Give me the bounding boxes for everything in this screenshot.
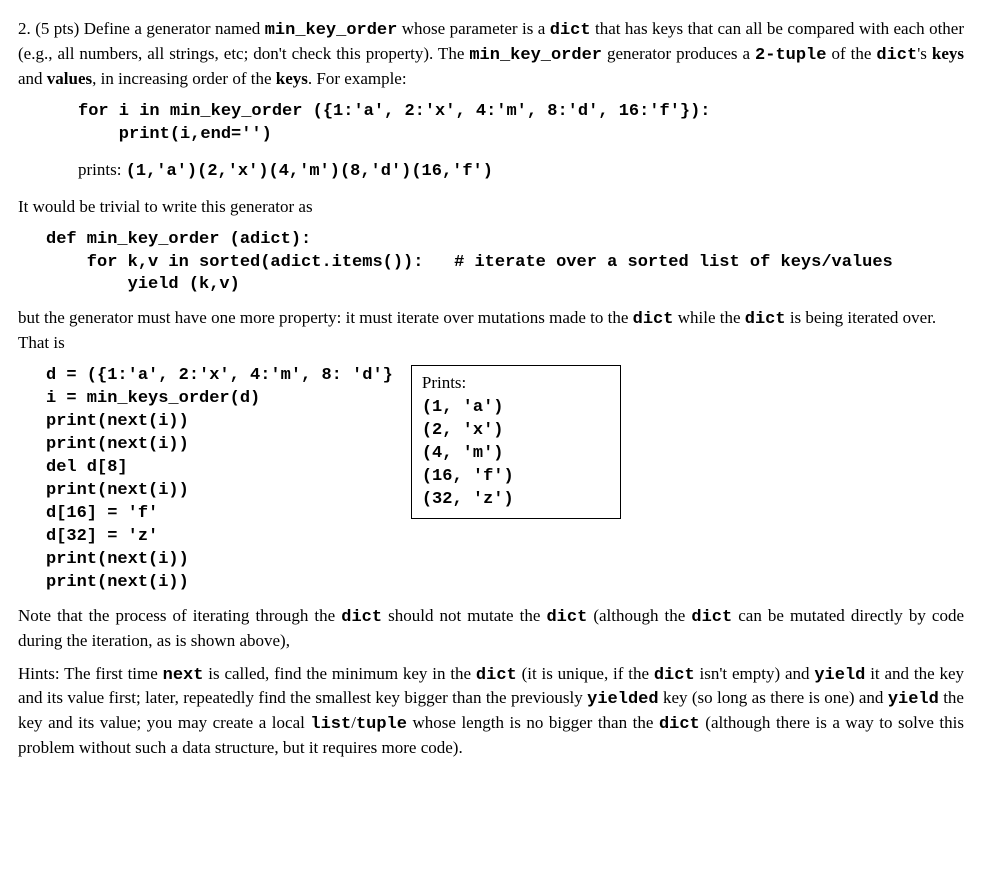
- code-block-3: d = ({1:'a', 2:'x', 4:'m', 8: 'd'} i = m…: [46, 365, 393, 594]
- prints-label-text: prints:: [78, 160, 126, 179]
- fn-name: min_key_order: [265, 21, 398, 40]
- yield-word-2: yield: [888, 690, 939, 709]
- hints-c: (it is unique, if the: [517, 664, 654, 683]
- keys-bold-2: keys: [276, 69, 308, 88]
- code1-line2: print(i,end=''): [78, 125, 272, 144]
- code2-line3: yield (k,v): [46, 275, 240, 294]
- yield-word: yield: [814, 666, 865, 685]
- problem-text-1h: . For example:: [308, 69, 407, 88]
- dict-word-5: dict: [341, 608, 382, 627]
- code-block-1: for i in min_key_order ({1:'a', 2:'x', 4…: [78, 101, 964, 147]
- code2-line1: def min_key_order (adict):: [46, 230, 311, 249]
- dict-word-2: dict: [876, 46, 917, 65]
- prints-box-header: Prints:: [422, 372, 606, 395]
- trivial-text: It would be trivial to write this genera…: [18, 196, 964, 219]
- note-c: (although the: [587, 606, 691, 625]
- problem-statement: 2. (5 pts) Define a generator named min_…: [18, 18, 964, 91]
- but-paragraph: but the generator must have one more pro…: [18, 307, 964, 355]
- note-b: should not mutate the: [382, 606, 546, 625]
- prints-box-output: (1, 'a') (2, 'x') (4, 'm') (16, 'f') (32…: [422, 397, 606, 512]
- problem-text-1d: generator produces a: [602, 44, 755, 63]
- two-tuple: 2-tuple: [755, 46, 826, 65]
- dict-word-3: dict: [633, 310, 674, 329]
- problem-number: 2.: [18, 19, 31, 38]
- prints-line: prints: (1,'a')(2,'x')(4,'m')(8,'d')(16,…: [78, 159, 964, 184]
- hints-b: is called, find the minimum key in the: [203, 664, 475, 683]
- prints-box: Prints: (1, 'a') (2, 'x') (4, 'm') (16, …: [411, 365, 621, 519]
- dict-word-4: dict: [745, 310, 786, 329]
- problem-text-1a: Define a generator named: [84, 19, 265, 38]
- dict-word-9: dict: [654, 666, 695, 685]
- code1-line1: for i in min_key_order ({1:'a', 2:'x', 4…: [78, 102, 711, 121]
- prints-value: (1,'a')(2,'x')(4,'m')(8,'d')(16,'f'): [126, 162, 493, 181]
- example-mutation: d = ({1:'a', 2:'x', 4:'m', 8: 'd'} i = m…: [46, 365, 964, 594]
- tuple-word: tuple: [356, 715, 407, 734]
- dict-word-8: dict: [476, 666, 517, 685]
- list-word: list: [310, 715, 351, 734]
- keys-bold: keys: [932, 44, 964, 63]
- code-block-2: def min_key_order (adict): for k,v in so…: [46, 229, 964, 298]
- next-word: next: [163, 666, 204, 685]
- and-word: and: [18, 69, 47, 88]
- dict-word-10: dict: [659, 715, 700, 734]
- dict-word-7: dict: [691, 608, 732, 627]
- note-a: Note that the process of iterating throu…: [18, 606, 341, 625]
- problem-text-1b: whose parameter is a: [397, 19, 549, 38]
- problem-text-1e: of the: [826, 44, 876, 63]
- problem-text-1g: , in increasing order of the: [92, 69, 276, 88]
- values-bold: values: [47, 69, 92, 88]
- hints-h: whose length is no bigger than the: [407, 713, 659, 732]
- note-paragraph: Note that the process of iterating throu…: [18, 605, 964, 653]
- hints-d: isn't empty) and: [695, 664, 815, 683]
- dict-word-1: dict: [550, 21, 591, 40]
- problem-points: (5 pts): [35, 19, 79, 38]
- code2-line2: for k,v in sorted(adict.items()): # iter…: [46, 253, 893, 272]
- yielded-word: yielded: [587, 690, 658, 709]
- dict-word-6: dict: [546, 608, 587, 627]
- but-text-b: while the: [673, 308, 744, 327]
- hints-a: Hints: The first time: [18, 664, 163, 683]
- problem-text-1f: 's: [917, 44, 932, 63]
- page: 2. (5 pts) Define a generator named min_…: [18, 18, 964, 760]
- but-text-a: but the generator must have one more pro…: [18, 308, 633, 327]
- hints-paragraph: Hints: The first time next is called, fi…: [18, 663, 964, 761]
- hints-f: key (so long as there is one) and: [659, 688, 888, 707]
- fn-name-2: min_key_order: [469, 46, 602, 65]
